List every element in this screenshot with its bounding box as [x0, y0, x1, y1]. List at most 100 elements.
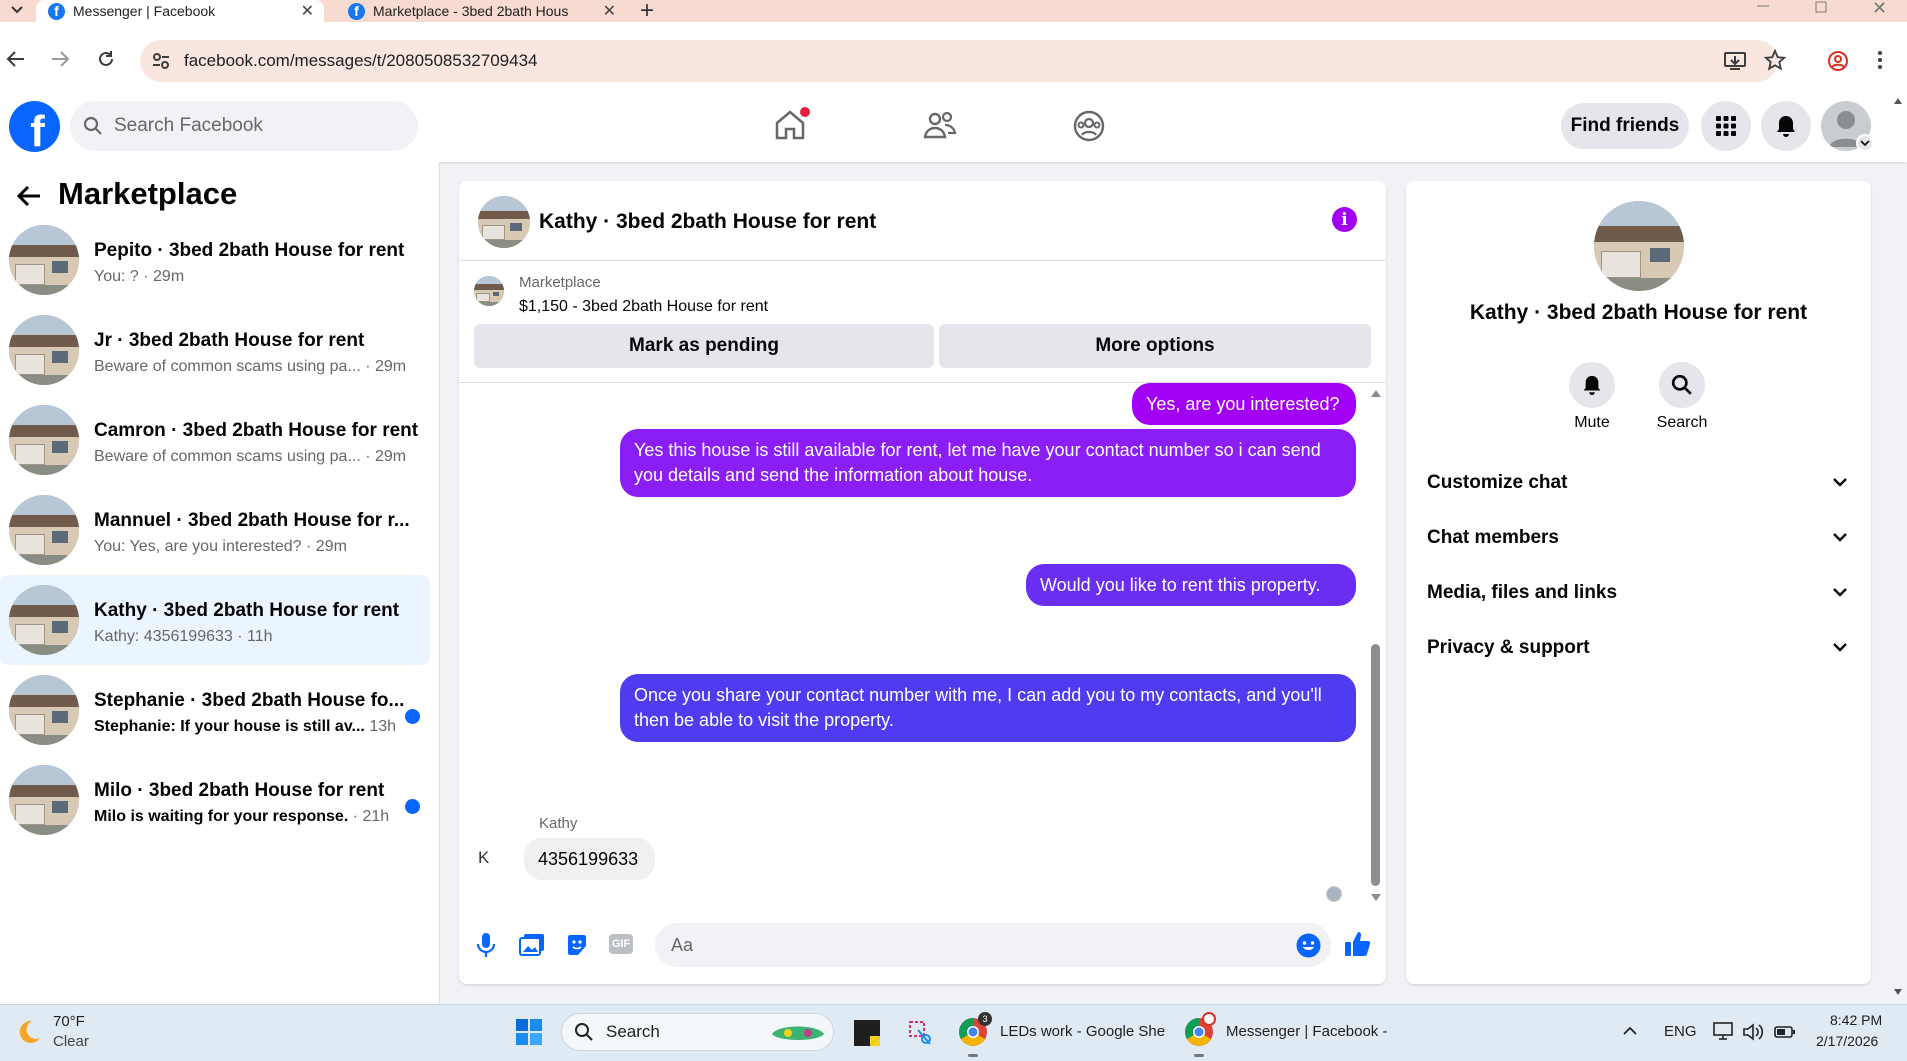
conversation-item[interactable]: Kathy · 3bed 2bath House for rent Kathy: … — [0, 575, 430, 665]
taskbar-search-label: Search — [606, 1022, 660, 1041]
windows-start-icon[interactable] — [515, 1018, 543, 1046]
conversation-item[interactable]: Mannuel · 3bed 2bath House for r... You: … — [0, 485, 430, 575]
find-friends-button[interactable]: Find friends — [1561, 103, 1689, 149]
customize-chat-row[interactable]: Customize chat — [1427, 472, 1567, 494]
conversation-item[interactable]: Milo · 3bed 2bath House for rent Milo is … — [0, 755, 430, 845]
preview-time: · 29m — [301, 538, 347, 555]
reload-icon[interactable] — [96, 49, 116, 69]
search-icon — [574, 1022, 594, 1042]
mark-as-pending-label: Mark as pending — [629, 335, 779, 356]
notifications-button[interactable] — [1761, 101, 1811, 151]
address-bar[interactable]: facebook.com/messages/t/2080508532709434 — [140, 40, 1778, 82]
chevron-down-icon[interactable] — [1832, 477, 1848, 487]
chat-scroll-up-icon[interactable] — [1370, 388, 1382, 398]
preview-text: Stephanie: If your house is still av... — [94, 718, 365, 735]
listing-thumbnail[interactable] — [474, 276, 504, 306]
gif-icon[interactable]: GIF — [609, 934, 633, 954]
chat-title[interactable]: Kathy · 3bed 2bath House for rent — [539, 210, 876, 234]
tab-marketplace[interactable]: f Marketplace - 3bed 2bath Hous ✕ — [336, 0, 626, 22]
conversation-avatar — [9, 405, 79, 475]
facebook-favicon-icon: f — [48, 2, 65, 20]
minimize-window-icon[interactable] — [1756, 0, 1776, 16]
mute-button[interactable] — [1569, 362, 1615, 408]
chevron-down-icon[interactable] — [1832, 532, 1848, 542]
restore-window-icon[interactable] — [1814, 0, 1834, 16]
section-label: Customize chat — [1427, 472, 1568, 493]
install-app-icon[interactable] — [1724, 51, 1746, 71]
search-facebook-input[interactable]: Search Facebook — [70, 101, 418, 151]
message-sent[interactable]: Would you like to rent this property. — [1026, 564, 1356, 606]
weather-temp[interactable]: 70°F — [53, 1013, 85, 1030]
more-options-button[interactable]: More options — [939, 324, 1371, 368]
listing-title[interactable]: $1,150 - 3bed 2bath House for rent — [519, 298, 768, 316]
chat-members-row[interactable]: Chat members — [1427, 527, 1559, 549]
conversation-item[interactable]: Jr · 3bed 2bath House for rent Beware of … — [0, 305, 430, 395]
network-icon[interactable] — [1713, 1021, 1735, 1043]
taskbar-app-label[interactable]: Messenger | Facebook - — [1226, 1023, 1387, 1040]
message-sent[interactable]: Yes this house is still available for re… — [620, 429, 1356, 497]
message-input[interactable]: Aa — [655, 923, 1331, 967]
attach-photo-icon[interactable] — [519, 933, 545, 957]
bookmark-star-icon[interactable] — [1764, 49, 1786, 71]
taskbar-app-label[interactable]: LEDs work - Google She — [1000, 1023, 1165, 1040]
show-hidden-icons-chevron-icon[interactable] — [1623, 1026, 1637, 1035]
message-sent[interactable]: Yes, are you interested? — [1132, 383, 1356, 425]
bell-icon — [1777, 116, 1795, 137]
preview-time: · 29m — [138, 268, 185, 285]
conversation-item[interactable]: Camron · 3bed 2bath House for rent Beware… — [0, 395, 430, 485]
site-settings-icon[interactable] — [151, 51, 171, 71]
media-files-links-row[interactable]: Media, files and links — [1427, 582, 1617, 604]
friends-icon[interactable] — [923, 110, 957, 140]
forward-icon[interactable] — [50, 50, 70, 68]
back-icon[interactable] — [6, 50, 26, 68]
privacy-support-row[interactable]: Privacy & support — [1427, 637, 1590, 659]
details-name: Kathy · 3bed 2bath House for rent — [1469, 301, 1808, 324]
chat-header-avatar[interactable] — [478, 196, 530, 248]
message-received[interactable]: 4356199633 — [524, 838, 655, 880]
groups-icon[interactable] — [1072, 109, 1106, 143]
conversation-avatar — [9, 765, 79, 835]
chat-scrollbar-thumb[interactable] — [1371, 644, 1380, 886]
conversation-item[interactable]: Pepito · 3bed 2bath House for rent You: ?… — [0, 215, 430, 305]
weather-moon-icon[interactable] — [14, 1018, 42, 1046]
back-arrow-icon[interactable] — [16, 184, 42, 208]
sticker-icon[interactable] — [565, 933, 589, 957]
conversation-name: Stephanie · 3bed 2bath House fo... — [94, 690, 405, 711]
close-window-icon[interactable]: ✕ — [1872, 0, 1887, 19]
chevron-down-icon[interactable] — [1832, 642, 1848, 652]
conversation-preview: Stephanie: If your house is still av... … — [94, 718, 396, 736]
page-scroll-up-icon[interactable] — [1893, 97, 1903, 105]
close-tab-icon[interactable]: ✕ — [603, 1, 616, 21]
profile-icon[interactable] — [1827, 50, 1849, 72]
account-chevron-icon — [1856, 134, 1874, 152]
tab-messenger[interactable]: f Messenger | Facebook ✕ — [36, 0, 324, 22]
grid-menu-icon — [1716, 116, 1736, 136]
menu-button[interactable] — [1701, 101, 1751, 151]
preview-time: · 29m — [360, 358, 407, 375]
input-language[interactable]: ENG — [1664, 1023, 1697, 1040]
sender-avatar-broken-image: K — [478, 848, 514, 878]
preview-time: · 29m — [360, 448, 407, 465]
close-tab-icon[interactable]: ✕ — [301, 1, 314, 21]
chevron-down-icon[interactable] — [1832, 587, 1848, 597]
message-sent[interactable]: Once you share your contact number with … — [620, 674, 1356, 742]
chat-scroll-down-icon[interactable] — [1370, 893, 1382, 903]
clock-time[interactable]: 8:42 PM — [1830, 1012, 1882, 1028]
emoji-icon[interactable] — [1296, 933, 1321, 958]
conversation-info-icon[interactable]: i — [1332, 207, 1357, 232]
like-thumbs-up-icon[interactable] — [1344, 930, 1372, 958]
snipping-tool-icon[interactable] — [906, 1018, 934, 1046]
volume-icon[interactable] — [1742, 1022, 1764, 1042]
sticky-notes-icon[interactable] — [854, 1020, 880, 1046]
details-avatar[interactable] — [1594, 201, 1684, 291]
microphone-icon[interactable] — [476, 932, 496, 958]
page-scroll-down-icon[interactable] — [1893, 988, 1903, 996]
search-conversation-button[interactable] — [1659, 362, 1705, 408]
tab-search-dropdown[interactable] — [6, 0, 28, 20]
facebook-logo-icon[interactable]: f — [9, 101, 60, 152]
mark-as-pending-button[interactable]: Mark as pending — [474, 324, 934, 368]
running-app-indicator — [1194, 1054, 1204, 1057]
battery-icon[interactable] — [1774, 1025, 1796, 1039]
browser-menu-icon[interactable] — [1877, 50, 1883, 70]
conversation-item[interactable]: Stephanie · 3bed 2bath House fo... Stepha… — [0, 665, 430, 755]
